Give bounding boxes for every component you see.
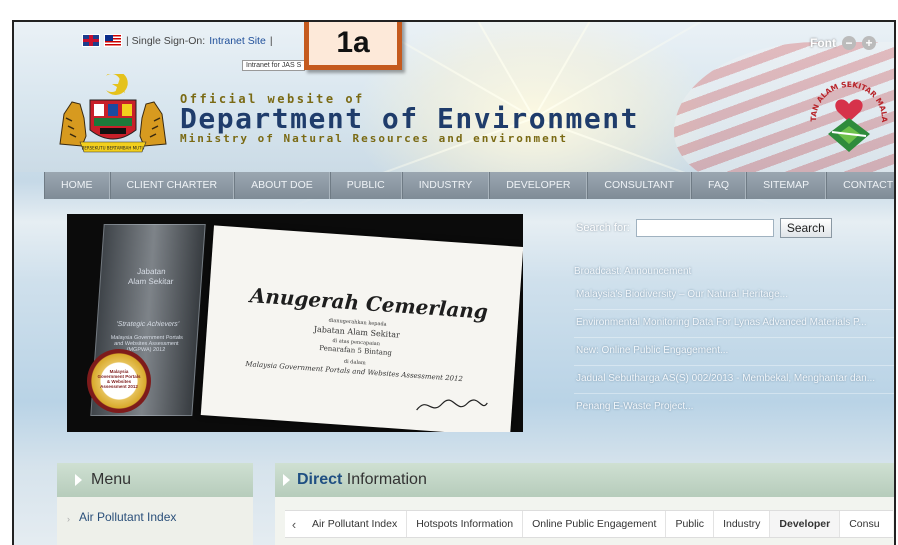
menu-header: Menu xyxy=(57,463,253,497)
nav-item-consultant[interactable]: CONSULTANT xyxy=(587,172,692,199)
tab-industry[interactable]: Industry xyxy=(714,511,771,537)
site-title-block: Official website of Department of Enviro… xyxy=(180,92,639,145)
font-size-control: Font − + xyxy=(810,36,876,50)
callout-label: 1a xyxy=(309,22,397,65)
nav-item-about-doe[interactable]: ABOUT DOE xyxy=(234,172,330,199)
chevron-right-icon: › xyxy=(67,514,70,524)
direct-information-tabs: ‹ Air Pollutant Index Hotspots Informati… xyxy=(285,510,893,538)
jabatan-alam-sekitar-logo-icon[interactable]: JABATAN ALAM SEKITAR MALAYSIA xyxy=(808,74,890,156)
award-seal: Malaysia Government Portals & Websites A… xyxy=(87,349,151,413)
trophy-text-line3: 'Strategic Achievers' xyxy=(116,321,180,328)
separator: | xyxy=(269,34,273,47)
direct-information-panel: Direct Information ‹ Air Pollutant Index… xyxy=(275,463,894,545)
direct-title-rest: Information xyxy=(342,471,427,488)
single-sign-on-label: | Single Sign-On: xyxy=(126,34,206,47)
browser-page: | Single Sign-On: Intranet Site | Intran… xyxy=(12,20,896,545)
chevron-right-icon xyxy=(283,474,290,486)
tab-consultant[interactable]: Consu xyxy=(840,511,888,537)
site-title[interactable]: Department of Environment xyxy=(180,105,639,133)
crest-motto: BERSEKUTU BERTAMBAH MUTU xyxy=(82,146,145,151)
nav-item-sitemap[interactable]: SITEMAP xyxy=(746,172,827,199)
broadcast-heading: Broadcast: Announcement xyxy=(574,266,692,277)
font-increase-button[interactable]: + xyxy=(862,36,876,50)
nav-item-contact[interactable]: CONTACT xyxy=(826,172,894,199)
tab-hotspots-information[interactable]: Hotspots Information xyxy=(407,511,524,537)
search-label: Search for: xyxy=(576,222,630,234)
nav-item-public[interactable]: PUBLIC xyxy=(329,172,402,199)
tabs-next-button[interactable]: › xyxy=(889,517,893,532)
menu-title: Menu xyxy=(91,471,132,488)
tab-online-public-engagement[interactable]: Online Public Engagement xyxy=(523,511,667,537)
menu-item-label: Air Pollutant Index xyxy=(79,510,177,524)
site-header: | Single Sign-On: Intranet Site | Intran… xyxy=(14,22,894,208)
announcement-item[interactable]: New: Online Public Engagement... xyxy=(574,338,894,366)
top-bar: | Single Sign-On: Intranet Site | xyxy=(82,34,273,47)
malaysia-coat-of-arms-icon: BERSEKUTU BERTAMBAH MUTU xyxy=(59,74,167,153)
award-banner-image[interactable]: Jabatan Alam Sekitar 'Strategic Achiever… xyxy=(67,214,523,432)
announcement-item[interactable]: Penang E-Waste Project... xyxy=(574,394,894,422)
direct-title-bold: Direct xyxy=(297,471,343,488)
menu-panel: Menu › Air Pollutant Index xyxy=(57,463,253,545)
award-certificate: Anugerah Cemerlang dianugerahkan kepada … xyxy=(200,225,523,432)
broadcast-announcements: Broadcast: Announcement Malaysia's Biodi… xyxy=(574,266,894,422)
malaysia-flag-icon[interactable] xyxy=(104,34,122,47)
nav-item-developer[interactable]: DEVELOPER xyxy=(489,172,588,199)
signature-icon xyxy=(416,399,488,411)
tab-developer[interactable]: Developer xyxy=(770,511,841,537)
font-decrease-button[interactable]: − xyxy=(842,36,856,50)
intranet-site-link[interactable]: Intranet Site xyxy=(209,35,266,47)
uk-flag-icon[interactable] xyxy=(82,34,100,47)
search-input[interactable] xyxy=(635,219,774,237)
announcement-item[interactable]: Environmental Monitoring Data For Lynas … xyxy=(574,310,894,338)
menu-item-air-pollutant-index[interactable]: › Air Pollutant Index xyxy=(57,497,253,525)
announcement-item[interactable]: Malaysia's Biodiversity – Our Natural He… xyxy=(574,282,894,310)
seal-text: Malaysia Government Portals & Websites A… xyxy=(97,369,141,389)
nav-item-faq[interactable]: FAQ xyxy=(691,172,747,199)
main-navigation: HOME CLIENT CHARTER ABOUT DOE PUBLIC IND… xyxy=(44,172,894,199)
trophy-text-line1: Jabatan xyxy=(136,267,166,276)
nav-item-industry[interactable]: INDUSTRY xyxy=(401,172,490,199)
search-area: Search for: Search xyxy=(576,218,832,238)
annotation-callout: 1a xyxy=(304,22,402,70)
search-button[interactable]: Search xyxy=(779,218,832,238)
nav-item-client-charter[interactable]: CLIENT CHARTER xyxy=(109,172,235,199)
announcement-item[interactable]: Jadual Sebutharga AS(S) 002/2013 - Membe… xyxy=(574,366,894,394)
font-label: Font xyxy=(810,36,836,50)
nav-item-home[interactable]: HOME xyxy=(44,172,110,199)
chevron-right-icon xyxy=(75,474,82,486)
direct-information-header: Direct Information xyxy=(275,463,894,497)
intranet-tooltip: Intranet for JAS S xyxy=(242,60,306,71)
tab-public[interactable]: Public xyxy=(666,511,715,537)
tabs-prev-button[interactable]: ‹ xyxy=(285,517,303,532)
tab-air-pollutant-index[interactable]: Air Pollutant Index xyxy=(303,511,408,537)
trophy-text-line2: Alam Sekitar xyxy=(127,277,174,286)
